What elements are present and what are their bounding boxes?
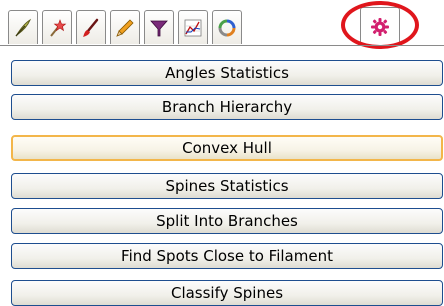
tab-chart[interactable] [178, 10, 208, 44]
feather-pen-icon [13, 18, 33, 38]
toolbar-tabs [0, 0, 444, 56]
pencil-icon [115, 18, 135, 38]
tab-divider [0, 45, 444, 46]
spines-statistics-button[interactable]: Spines Statistics [11, 173, 443, 199]
tab-pencil[interactable] [110, 10, 140, 44]
active-tab-highlight-circle [341, 1, 419, 49]
split-into-branches-button[interactable]: Split Into Branches [11, 208, 443, 234]
tab-magic-wand[interactable] [42, 10, 72, 44]
classify-spines-button[interactable]: Classify Spines [11, 280, 443, 306]
tab-cycle-arrows[interactable] [212, 10, 242, 44]
convex-hull-button[interactable]: Convex Hull [11, 135, 443, 161]
angles-statistics-button[interactable]: Angles Statistics [11, 60, 443, 86]
funnel-filter-icon [149, 18, 169, 38]
brush-icon [81, 18, 101, 38]
tab-brush[interactable] [76, 10, 106, 44]
tab-funnel-filter[interactable] [144, 10, 174, 44]
cycle-arrows-icon [217, 18, 237, 38]
find-spots-close-to-filament-button[interactable]: Find Spots Close to Filament [11, 243, 443, 269]
branch-hierarchy-button[interactable]: Branch Hierarchy [11, 94, 443, 120]
chart-icon [183, 18, 203, 38]
magic-wand-icon [47, 18, 67, 38]
tab-feather-pen[interactable] [8, 10, 38, 44]
